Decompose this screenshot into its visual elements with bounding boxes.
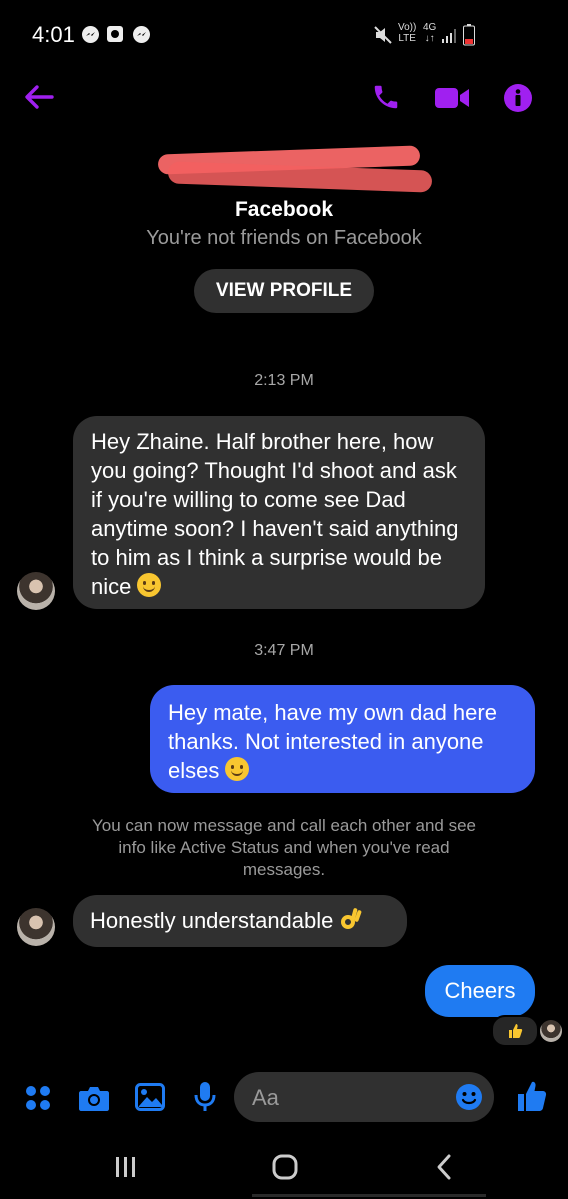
smile-emoji-icon bbox=[137, 573, 162, 597]
status-time: 4:01 bbox=[32, 22, 75, 47]
message-text: Honestly understandable bbox=[90, 908, 334, 933]
outgoing-message[interactable]: Cheers bbox=[425, 965, 535, 1017]
smile-emoji-icon bbox=[225, 757, 250, 781]
signal-icon bbox=[441, 26, 459, 49]
app-notification-icon bbox=[107, 26, 123, 42]
messenger-notification-icon-2 bbox=[133, 26, 150, 43]
gallery-icon[interactable] bbox=[135, 1083, 165, 1116]
timestamp: 2:13 PM bbox=[254, 372, 314, 389]
system-notice: You can now message and call each other … bbox=[91, 816, 477, 879]
timestamp: 3:47 PM bbox=[254, 642, 314, 659]
lte-label: LTE bbox=[398, 33, 416, 44]
incoming-message[interactable]: Hey Zhaine. Half brother here, how you g… bbox=[73, 416, 485, 609]
read-receipt-avatar bbox=[540, 1020, 562, 1042]
phone-call-icon[interactable] bbox=[371, 82, 401, 117]
recent-apps-icon[interactable] bbox=[113, 1155, 139, 1184]
emoji-icon[interactable] bbox=[455, 1083, 483, 1116]
info-icon[interactable] bbox=[504, 84, 532, 117]
network-label: 4G bbox=[423, 22, 437, 33]
gesture-bar bbox=[252, 1194, 486, 1197]
message-text: Hey mate, have my own dad here thanks. N… bbox=[168, 700, 497, 783]
home-button-icon[interactable] bbox=[271, 1153, 299, 1186]
messenger-notification-icon bbox=[82, 26, 99, 43]
contact-subtitle: Facebook bbox=[234, 198, 334, 221]
like-thumbs-up-icon[interactable] bbox=[517, 1080, 547, 1117]
avatar[interactable] bbox=[17, 572, 55, 610]
battery-icon bbox=[463, 24, 475, 51]
ok-hand-emoji-icon bbox=[340, 908, 362, 933]
view-profile-button[interactable]: VIEW PROFILE bbox=[194, 269, 374, 313]
thumbs-up-reaction-icon bbox=[509, 1024, 523, 1038]
back-arrow-icon[interactable] bbox=[24, 84, 54, 115]
message-composer[interactable] bbox=[234, 1072, 494, 1122]
thumbs-up-reaction[interactable] bbox=[491, 1015, 539, 1047]
microphone-icon[interactable] bbox=[194, 1081, 216, 1118]
data-arrows-icon: ↓↑ bbox=[424, 33, 435, 44]
volte-label: Vo)) bbox=[398, 22, 417, 33]
message-input[interactable] bbox=[250, 1084, 444, 1112]
camera-icon[interactable] bbox=[78, 1084, 110, 1117]
message-text: Cheers bbox=[444, 978, 516, 1003]
video-call-icon[interactable] bbox=[434, 86, 470, 115]
outgoing-message[interactable]: Hey mate, have my own dad here thanks. N… bbox=[150, 685, 535, 793]
incoming-message[interactable]: Honestly understandable bbox=[73, 895, 407, 947]
more-actions-icon[interactable] bbox=[25, 1085, 51, 1116]
avatar[interactable] bbox=[17, 908, 55, 946]
mute-icon bbox=[373, 25, 393, 50]
back-nav-icon[interactable] bbox=[434, 1153, 454, 1186]
friendship-status: You're not friends on Facebook bbox=[146, 227, 422, 249]
